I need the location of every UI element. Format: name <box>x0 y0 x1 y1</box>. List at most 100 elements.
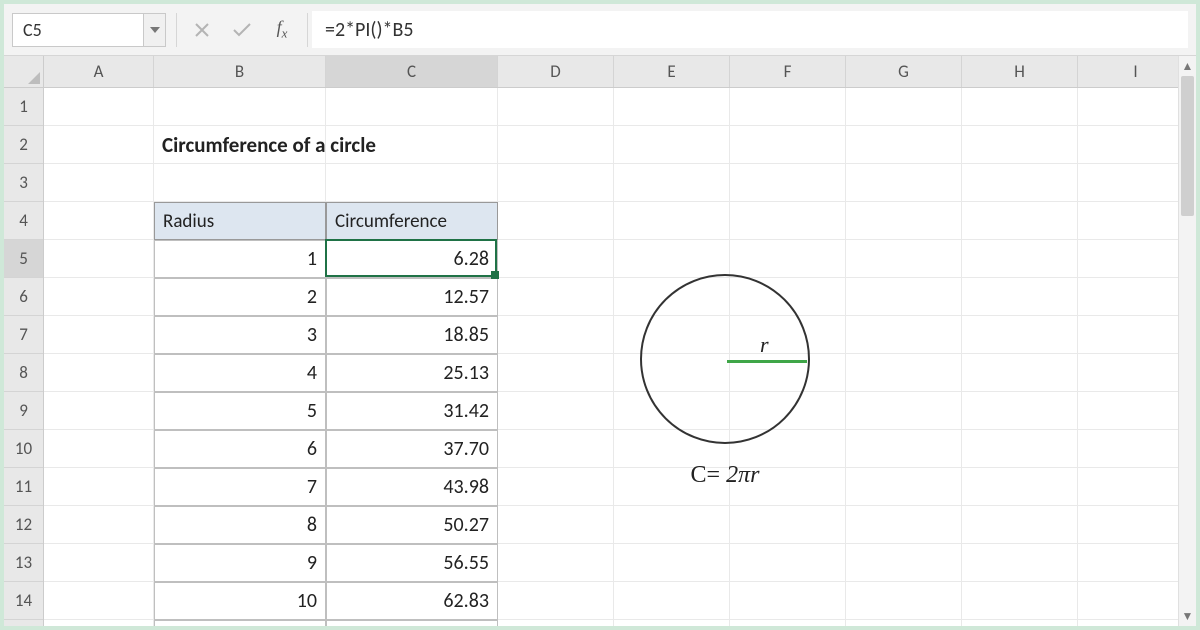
cell-A2[interactable] <box>44 126 154 164</box>
cell-E3[interactable] <box>614 164 730 202</box>
cell-A13[interactable] <box>44 544 154 582</box>
cell-C13[interactable]: 56.55 <box>326 544 498 582</box>
cell-C12[interactable]: 50.27 <box>326 506 498 544</box>
cell-A6[interactable] <box>44 278 154 316</box>
cell-B14[interactable]: 10 <box>154 582 326 620</box>
cell-A12[interactable] <box>44 506 154 544</box>
cell-G14[interactable] <box>846 582 962 620</box>
cell-I14[interactable] <box>1078 582 1194 620</box>
cell-H15[interactable] <box>962 620 1078 626</box>
cell-I5[interactable] <box>1078 240 1194 278</box>
cell-C6[interactable]: 12.57 <box>326 278 498 316</box>
cell-D3[interactable] <box>498 164 614 202</box>
cell-I1[interactable] <box>1078 88 1194 126</box>
cell-B5[interactable]: 1 <box>154 240 326 278</box>
cell-G2[interactable] <box>846 126 962 164</box>
cell-I10[interactable] <box>1078 430 1194 468</box>
column-header-F[interactable]: F <box>730 56 846 87</box>
row-header-8[interactable]: 8 <box>4 354 43 392</box>
cell-D9[interactable] <box>498 392 614 430</box>
name-box-dropdown[interactable] <box>144 13 166 47</box>
cell-A4[interactable] <box>44 202 154 240</box>
cell-H10[interactable] <box>962 430 1078 468</box>
cell-A10[interactable] <box>44 430 154 468</box>
cell-D14[interactable] <box>498 582 614 620</box>
cell-F15[interactable] <box>730 620 846 626</box>
cell-F12[interactable] <box>730 506 846 544</box>
row-header-12[interactable]: 12 <box>4 506 43 544</box>
cell-H14[interactable] <box>962 582 1078 620</box>
cell-F5[interactable] <box>730 240 846 278</box>
cell-I7[interactable] <box>1078 316 1194 354</box>
cell-C10[interactable]: 37.70 <box>326 430 498 468</box>
cell-E12[interactable] <box>614 506 730 544</box>
cell-D4[interactable] <box>498 202 614 240</box>
cell-F2[interactable] <box>730 126 846 164</box>
cell-G1[interactable] <box>846 88 962 126</box>
column-header-B[interactable]: B <box>154 56 326 87</box>
cell-F1[interactable] <box>730 88 846 126</box>
cell-B4[interactable]: Radius <box>154 202 326 240</box>
cell-G8[interactable] <box>846 354 962 392</box>
cell-G4[interactable] <box>846 202 962 240</box>
cell-I4[interactable] <box>1078 202 1194 240</box>
cell-I9[interactable] <box>1078 392 1194 430</box>
cell-D8[interactable] <box>498 354 614 392</box>
column-header-E[interactable]: E <box>614 56 730 87</box>
cell-D7[interactable] <box>498 316 614 354</box>
row-header-6[interactable]: 6 <box>4 278 43 316</box>
row-header-11[interactable]: 11 <box>4 468 43 506</box>
cell-F14[interactable] <box>730 582 846 620</box>
cell-G5[interactable] <box>846 240 962 278</box>
cell-F13[interactable] <box>730 544 846 582</box>
cell-C4[interactable]: Circumference <box>326 202 498 240</box>
cell-D6[interactable] <box>498 278 614 316</box>
scroll-up-button[interactable]: ▲ <box>1179 56 1196 76</box>
scroll-thumb[interactable] <box>1181 76 1194 216</box>
select-all-corner[interactable] <box>4 56 44 88</box>
cell-C15[interactable]: 69.12 <box>326 620 498 626</box>
cell-B12[interactable]: 8 <box>154 506 326 544</box>
cell-G7[interactable] <box>846 316 962 354</box>
row-header-13[interactable]: 13 <box>4 544 43 582</box>
column-header-I[interactable]: I <box>1078 56 1194 87</box>
column-header-A[interactable]: A <box>44 56 154 87</box>
cell-I2[interactable] <box>1078 126 1194 164</box>
cell-I8[interactable] <box>1078 354 1194 392</box>
cell-I12[interactable] <box>1078 506 1194 544</box>
row-header-2[interactable]: 2 <box>4 126 43 164</box>
row-header-1[interactable]: 1 <box>4 88 43 126</box>
cell-I3[interactable] <box>1078 164 1194 202</box>
cell-E15[interactable] <box>614 620 730 626</box>
cell-C7[interactable]: 18.85 <box>326 316 498 354</box>
column-header-D[interactable]: D <box>498 56 614 87</box>
cell-H3[interactable] <box>962 164 1078 202</box>
cell-G10[interactable] <box>846 430 962 468</box>
row-header-15[interactable]: 15 <box>4 620 43 626</box>
row-header-5[interactable]: 5 <box>4 240 43 278</box>
cell-B2[interactable]: Circumference of a circle <box>154 126 326 164</box>
cell-B10[interactable]: 6 <box>154 430 326 468</box>
cell-E5[interactable] <box>614 240 730 278</box>
column-header-G[interactable]: G <box>846 56 962 87</box>
cell-C1[interactable] <box>326 88 498 126</box>
cell-D10[interactable] <box>498 430 614 468</box>
cell-D11[interactable] <box>498 468 614 506</box>
cell-C9[interactable]: 31.42 <box>326 392 498 430</box>
formula-input[interactable]: =2*PI()*B5 <box>312 11 1188 48</box>
cell-C2[interactable] <box>326 126 498 164</box>
cell-I6[interactable] <box>1078 278 1194 316</box>
row-header-10[interactable]: 10 <box>4 430 43 468</box>
scroll-track[interactable] <box>1179 76 1196 606</box>
cell-E14[interactable] <box>614 582 730 620</box>
cell-B3[interactable] <box>154 164 326 202</box>
cell-I13[interactable] <box>1078 544 1194 582</box>
cell-A11[interactable] <box>44 468 154 506</box>
cell-H6[interactable] <box>962 278 1078 316</box>
cell-G12[interactable] <box>846 506 962 544</box>
cell-G15[interactable] <box>846 620 962 626</box>
cell-H1[interactable] <box>962 88 1078 126</box>
cell-E4[interactable] <box>614 202 730 240</box>
cell-B6[interactable]: 2 <box>154 278 326 316</box>
cell-G9[interactable] <box>846 392 962 430</box>
